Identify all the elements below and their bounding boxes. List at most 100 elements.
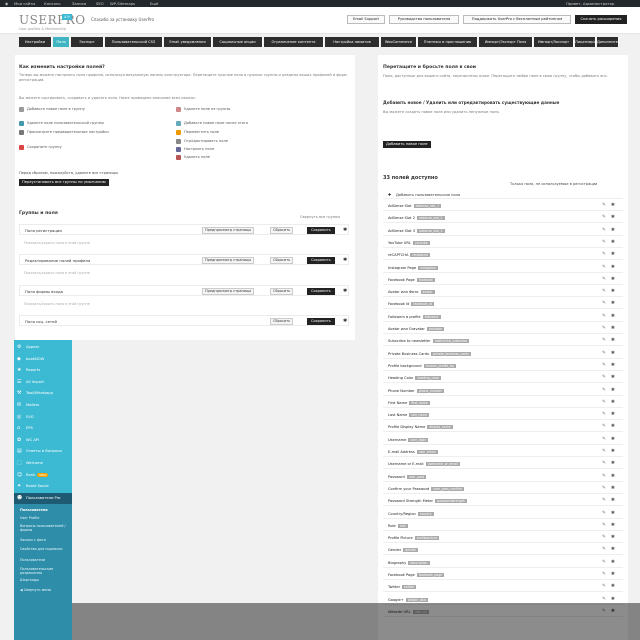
field-row[interactable]: Instagram Page instagram ✎ ✱ [383,262,623,273]
field-settings-icon[interactable]: ✱ [611,523,615,528]
tab-fields[interactable]: Поля [53,37,70,47]
field-settings-icon[interactable]: ✱ [611,228,615,233]
field-row[interactable]: Phone Number phone_number ✎ ✱ [383,385,623,396]
tab-custom-css[interactable]: Пользовательский CSS [105,37,163,47]
edit-field-icon[interactable]: ✎ [602,560,606,565]
email-support-button[interactable]: Email Support [347,15,385,24]
field-settings-icon[interactable]: ✱ [611,412,615,417]
field-settings-icon[interactable]: ✱ [611,252,615,257]
sidebar-menu-item[interactable]: ✿ WC API [14,435,72,446]
field-row[interactable]: Facebook Page facebook ✎ ✱ [383,274,623,285]
group-settings-icon[interactable]: ✱ [343,227,347,233]
field-settings-icon[interactable]: ✱ [611,560,615,565]
field-row[interactable]: Facebook Id facebook_id ✎ ✱ [383,299,623,310]
sidebar-menu-item[interactable]: ◎ SVG [14,412,72,423]
sidebar-menu-item[interactable]: ☰ All Import [14,377,72,388]
field-settings-icon[interactable]: ✱ [611,215,615,220]
reset-button[interactable]: Сбросить [270,257,294,264]
adminbar-item[interactable]: Мои сайты [14,1,35,6]
tab-limits[interactable]: Настройка лимитов [325,37,380,47]
field-row[interactable]: reCAPTCHA recaptcha ✎ ✱ [383,250,623,261]
tab-advanced[interactable]: Дополнительно [597,37,619,47]
user-guide-button[interactable]: Руководство пользователя [389,15,459,24]
group-settings-icon[interactable]: ✱ [343,288,347,294]
field-settings-icon[interactable]: ✱ [611,498,615,503]
tab-payments[interactable]: Платежи и приглашения [418,37,478,47]
field-row[interactable]: AdSense Slot 3 adsense_slot_3 ✎ ✱ [383,225,623,236]
field-settings-icon[interactable]: ✱ [611,265,615,270]
field-settings-icon[interactable]: ✱ [611,326,615,331]
field-settings-icon[interactable]: ✱ [611,461,615,466]
sidebar-menu-item[interactable]: ◆ bookNOW [14,354,72,365]
sidebar-menu-item[interactable]: ⌂ EPS [14,423,72,434]
edit-field-icon[interactable]: ✎ [602,511,606,516]
submenu-item[interactable]: Вопросы пользователей / формы [20,524,70,532]
add-new-field-button[interactable]: Добавить новое поле [383,141,431,148]
reset-button[interactable]: Сбросить [270,318,294,325]
submenu-item[interactable]: Шорткоды [20,578,70,582]
tab-social[interactable]: Социальные опции [213,37,263,47]
reset-button[interactable]: Сбросить [270,227,294,234]
tab-settings[interactable]: Настройки [19,37,52,47]
edit-field-icon[interactable]: ✎ [602,289,606,294]
field-settings-icon[interactable]: ✱ [611,277,615,282]
tab-export[interactable]: Экспорт [71,37,104,47]
field-settings-icon[interactable]: ✱ [611,289,615,294]
field-row[interactable]: Avatar или Фото avatar ✎ ✱ [383,287,623,298]
edit-field-icon[interactable]: ✎ [602,535,606,540]
field-settings-icon[interactable]: ✱ [611,511,615,516]
field-row[interactable]: Facebook Page facebook_page ✎ ✱ [383,570,623,580]
tab-import[interactable]: Импорт/Экспорт [534,37,574,47]
add-custom-fields-row[interactable]: ✚ Добавить пользовательские поля [383,190,623,199]
sidebar-menu-item[interactable]: ☺ Rank NEW [14,470,72,481]
edit-field-icon[interactable]: ✎ [602,215,606,220]
group-toggle-link[interactable]: Показать/скрыть поля в этой группе [24,271,90,275]
field-row[interactable]: E-mail Address user_email ✎ ✱ [383,447,623,457]
group-toggle-link[interactable]: Показать/скрыть поля в этой группе [24,302,90,306]
download-extensions-button[interactable]: Скачать расширения [575,15,627,24]
field-settings-icon[interactable]: ✱ [611,388,615,393]
preview-button[interactable]: Предпросмотр страницы [202,257,255,264]
edit-field-icon[interactable]: ✎ [602,252,606,257]
field-row[interactable]: AdSense Slot adsense_slot_1 ✎ ✱ [383,201,623,211]
submenu-item[interactable]: Записи с фото [20,538,70,542]
adminbar-item[interactable]: Записи [72,1,86,6]
edit-field-icon[interactable]: ✎ [602,338,606,343]
preview-button[interactable]: Предпросмотр страницы [202,227,255,234]
field-row[interactable]: Password Strength Meter passwordstrength ✎… [383,496,623,507]
wp-logo-icon[interactable]: ◉ [5,1,8,6]
collapse-all-link[interactable]: Свернуть все группы [300,215,340,220]
submenu-item[interactable]: Пользователи [20,508,70,512]
field-row[interactable]: Username or E-mail username_or_email ✎ ✱ [383,459,623,470]
edit-field-icon[interactable]: ✎ [602,228,606,233]
save-group-button[interactable]: Сохранить [307,318,335,325]
edit-field-icon[interactable]: ✎ [602,375,606,380]
edit-field-icon[interactable]: ✎ [602,301,606,306]
rate-button[interactable]: Поддержать UserPro с бесплатным рейтинго… [463,15,571,24]
field-settings-icon[interactable]: ✱ [611,547,615,552]
field-settings-icon[interactable]: ✱ [611,449,615,454]
edit-field-icon[interactable]: ✎ [602,400,606,405]
field-settings-icon[interactable]: ✱ [611,572,615,577]
edit-field-icon[interactable]: ✎ [602,523,606,528]
sidebar-menu-item[interactable]: ▤ Ответы и Вопросы [14,446,72,457]
submenu-item[interactable]: Пользовательские разрешения [20,567,70,575]
edit-field-icon[interactable]: ✎ [602,351,606,356]
edit-field-icon[interactable]: ✎ [602,363,606,368]
sidebar-menu-item[interactable]: ★ Reports [14,365,72,376]
group-settings-icon[interactable]: ✱ [343,257,347,263]
tab-restrict[interactable]: Ограничение контента [264,37,324,47]
edit-field-icon[interactable]: ✎ [602,449,606,454]
field-row[interactable]: Twitter twitter ✎ ✱ [383,582,623,593]
tab-woocommerce[interactable]: WooCommerce [381,37,417,47]
field-settings-icon[interactable]: ✱ [611,375,615,380]
edit-field-icon[interactable]: ✎ [602,474,606,479]
edit-field-icon[interactable]: ✎ [602,203,606,208]
save-group-button[interactable]: Сохранить [307,227,335,234]
edit-field-icon[interactable]: ✎ [602,486,606,491]
field-settings-icon[interactable]: ✱ [611,363,615,368]
field-row[interactable]: Country/Region country ✎ ✱ [383,508,623,519]
edit-field-icon[interactable]: ✎ [602,461,606,466]
field-settings-icon[interactable]: ✱ [611,535,615,540]
field-row[interactable]: Subscribe to newsletter mailchimp_subscri… [383,336,623,347]
